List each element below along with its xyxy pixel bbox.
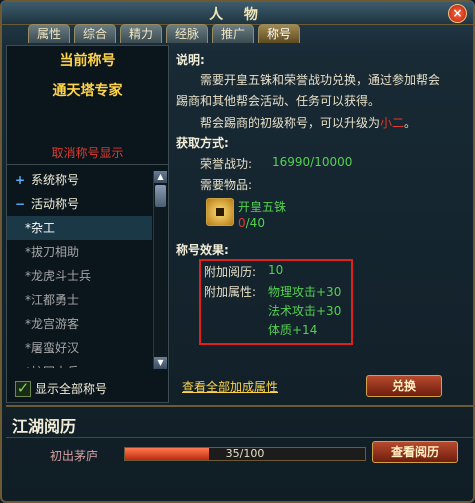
collapse-minus-icon[interactable]: − <box>15 192 25 216</box>
effect-heading: 称号效果: <box>176 243 229 257</box>
scroll-up-icon[interactable]: ▲ <box>154 171 167 183</box>
effect-attr-physical-attack: 物理攻击+30 <box>268 285 342 299</box>
effect-attr-constitution: 体质+14 <box>268 323 318 337</box>
item-name: 开皇五铢 <box>238 200 287 214</box>
category-system-titles[interactable]: + 系统称号 <box>7 168 152 192</box>
list-item[interactable]: *屠蛮好汉 <box>7 336 152 360</box>
honor-value: 16990/10000 <box>272 155 353 169</box>
effect-attr-magic-attack: 法术攻击+30 <box>268 304 342 318</box>
tab-general[interactable]: 综合 <box>74 24 116 43</box>
description-upgrade-text: 帮会踢商的初级称号，可以升级为 <box>200 116 381 130</box>
view-experience-button[interactable]: 查看阅历 <box>372 441 458 463</box>
checkmark-icon[interactable]: ✓ <box>15 381 31 397</box>
description-upgrade-suffix: 。 <box>404 116 417 130</box>
title-list-scrollbar[interactable]: ▲ ▼ <box>153 171 167 369</box>
description-heading: 说明: <box>176 53 205 67</box>
list-item[interactable]: *龙宫游客 <box>7 312 152 336</box>
list-item[interactable]: *拔刀相助 <box>7 240 152 264</box>
category-label: 活动称号 <box>31 197 80 211</box>
exchange-button[interactable]: 兑换 <box>366 375 442 397</box>
show-all-titles-label: 显示全部称号 <box>35 382 108 396</box>
title-list-panel: 当前称号 通天塔专家 取消称号显示 + 系统称号 − 活动称号 *杂工 *拔刀相… <box>6 45 169 403</box>
description-line: 需要开皇五铢和荣誉战功兑换，通过参加帮会 <box>200 73 441 87</box>
item-count: 0/40 <box>238 216 265 230</box>
scroll-down-icon[interactable]: ▼ <box>154 357 167 369</box>
experience-title: 江湖阅历 <box>12 417 77 436</box>
title-tree: + 系统称号 − 活动称号 *杂工 *拔刀相助 *龙虎斗士兵 *江都勇士 *龙宫… <box>7 168 152 368</box>
coin-hole <box>216 208 224 216</box>
tab-promotion[interactable]: 推广 <box>212 24 254 43</box>
tab-meridians[interactable]: 经脉 <box>166 24 208 43</box>
category-event-titles[interactable]: − 活动称号 <box>7 192 152 216</box>
scroll-thumb[interactable] <box>155 185 166 207</box>
divider <box>6 437 473 438</box>
tab-attributes[interactable]: 属性 <box>28 24 70 43</box>
experience-progress-bar: 35/100 <box>124 447 366 461</box>
progress-text: 35/100 <box>225 447 265 460</box>
list-item[interactable]: *护国士兵 <box>7 360 152 368</box>
title-detail-panel: 说明: 需要开皇五铢和荣誉战功兑换，通过参加帮会 踢商和其他帮会活动、任务可以获… <box>170 45 470 401</box>
description-upgrade: 帮会踢商的初级称号，可以升级为小二。 <box>200 114 416 131</box>
cancel-title-display-button[interactable]: 取消称号显示 <box>7 144 168 161</box>
item-need: /40 <box>245 216 265 230</box>
close-icon[interactable]: × <box>448 4 467 23</box>
experience-section: 江湖阅历 初出茅庐 35/100 查看阅历 <box>6 405 473 502</box>
item-have: 0 <box>238 216 246 230</box>
window-title: 人 物 <box>209 7 266 23</box>
current-title-heading: 当前称号 <box>59 53 116 69</box>
current-title-name: 通天塔专家 <box>52 83 123 99</box>
experience-level-name: 初出茅庐 <box>50 449 99 463</box>
view-all-bonus-link[interactable]: 查看全部加成属性 <box>182 378 278 395</box>
title-bar[interactable]: 人 物 × <box>2 2 473 25</box>
need-items-label: 需要物品: <box>200 178 253 192</box>
effect-exp-value: 10 <box>268 263 284 277</box>
character-window: 人 物 × 属性 综合 精力 经脉 推广 称号 当前称号 通天塔专家 取消称号显… <box>0 0 475 503</box>
acquire-heading: 获取方式: <box>176 136 229 150</box>
category-label: 系统称号 <box>31 173 80 187</box>
upgrade-target-title: 小二 <box>380 116 405 130</box>
list-item[interactable]: *杂工 <box>7 216 152 240</box>
effect-exp-label: 附加阅历: <box>204 265 257 279</box>
description-line: 踢商和其他帮会活动、任务可以获得。 <box>176 94 381 108</box>
tab-energy[interactable]: 精力 <box>120 24 162 43</box>
list-item[interactable]: *江都勇士 <box>7 288 152 312</box>
effect-attr-label: 附加属性: <box>204 285 257 299</box>
divider <box>7 164 168 165</box>
expand-plus-icon[interactable]: + <box>15 168 25 192</box>
list-item[interactable]: *龙虎斗士兵 <box>7 264 152 288</box>
tab-titles[interactable]: 称号 <box>258 24 300 43</box>
coin-item-icon[interactable] <box>206 198 234 226</box>
honor-label: 荣誉战功: <box>200 157 253 171</box>
